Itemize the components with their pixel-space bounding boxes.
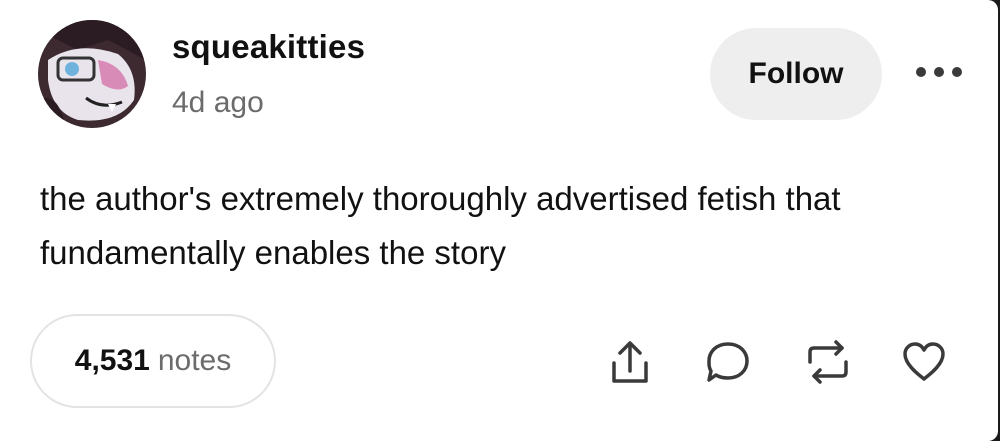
post-card: squeakitties 4d ago Follow the author's … [0,0,998,441]
notes-count: 4,531 [74,344,150,377]
reblog-icon[interactable] [804,338,852,386]
more-dot [916,67,926,77]
username[interactable]: squeakitties [172,28,365,66]
more-horizontal-icon[interactable] [916,60,962,84]
post-body-text: the author's extremely thoroughly advert… [40,180,841,271]
avatar[interactable] [38,20,146,128]
notes-button[interactable]: 4,531 notes [30,314,276,408]
follow-button[interactable]: Follow [710,28,882,120]
reply-icon[interactable] [704,338,752,386]
share-icon[interactable] [606,338,654,386]
heart-icon[interactable] [900,338,948,386]
notes-label: notes [157,344,232,377]
more-dot [952,67,962,77]
post-timestamp[interactable]: 4d ago [172,86,264,120]
avatar-image [38,20,146,128]
more-dot [934,67,944,77]
